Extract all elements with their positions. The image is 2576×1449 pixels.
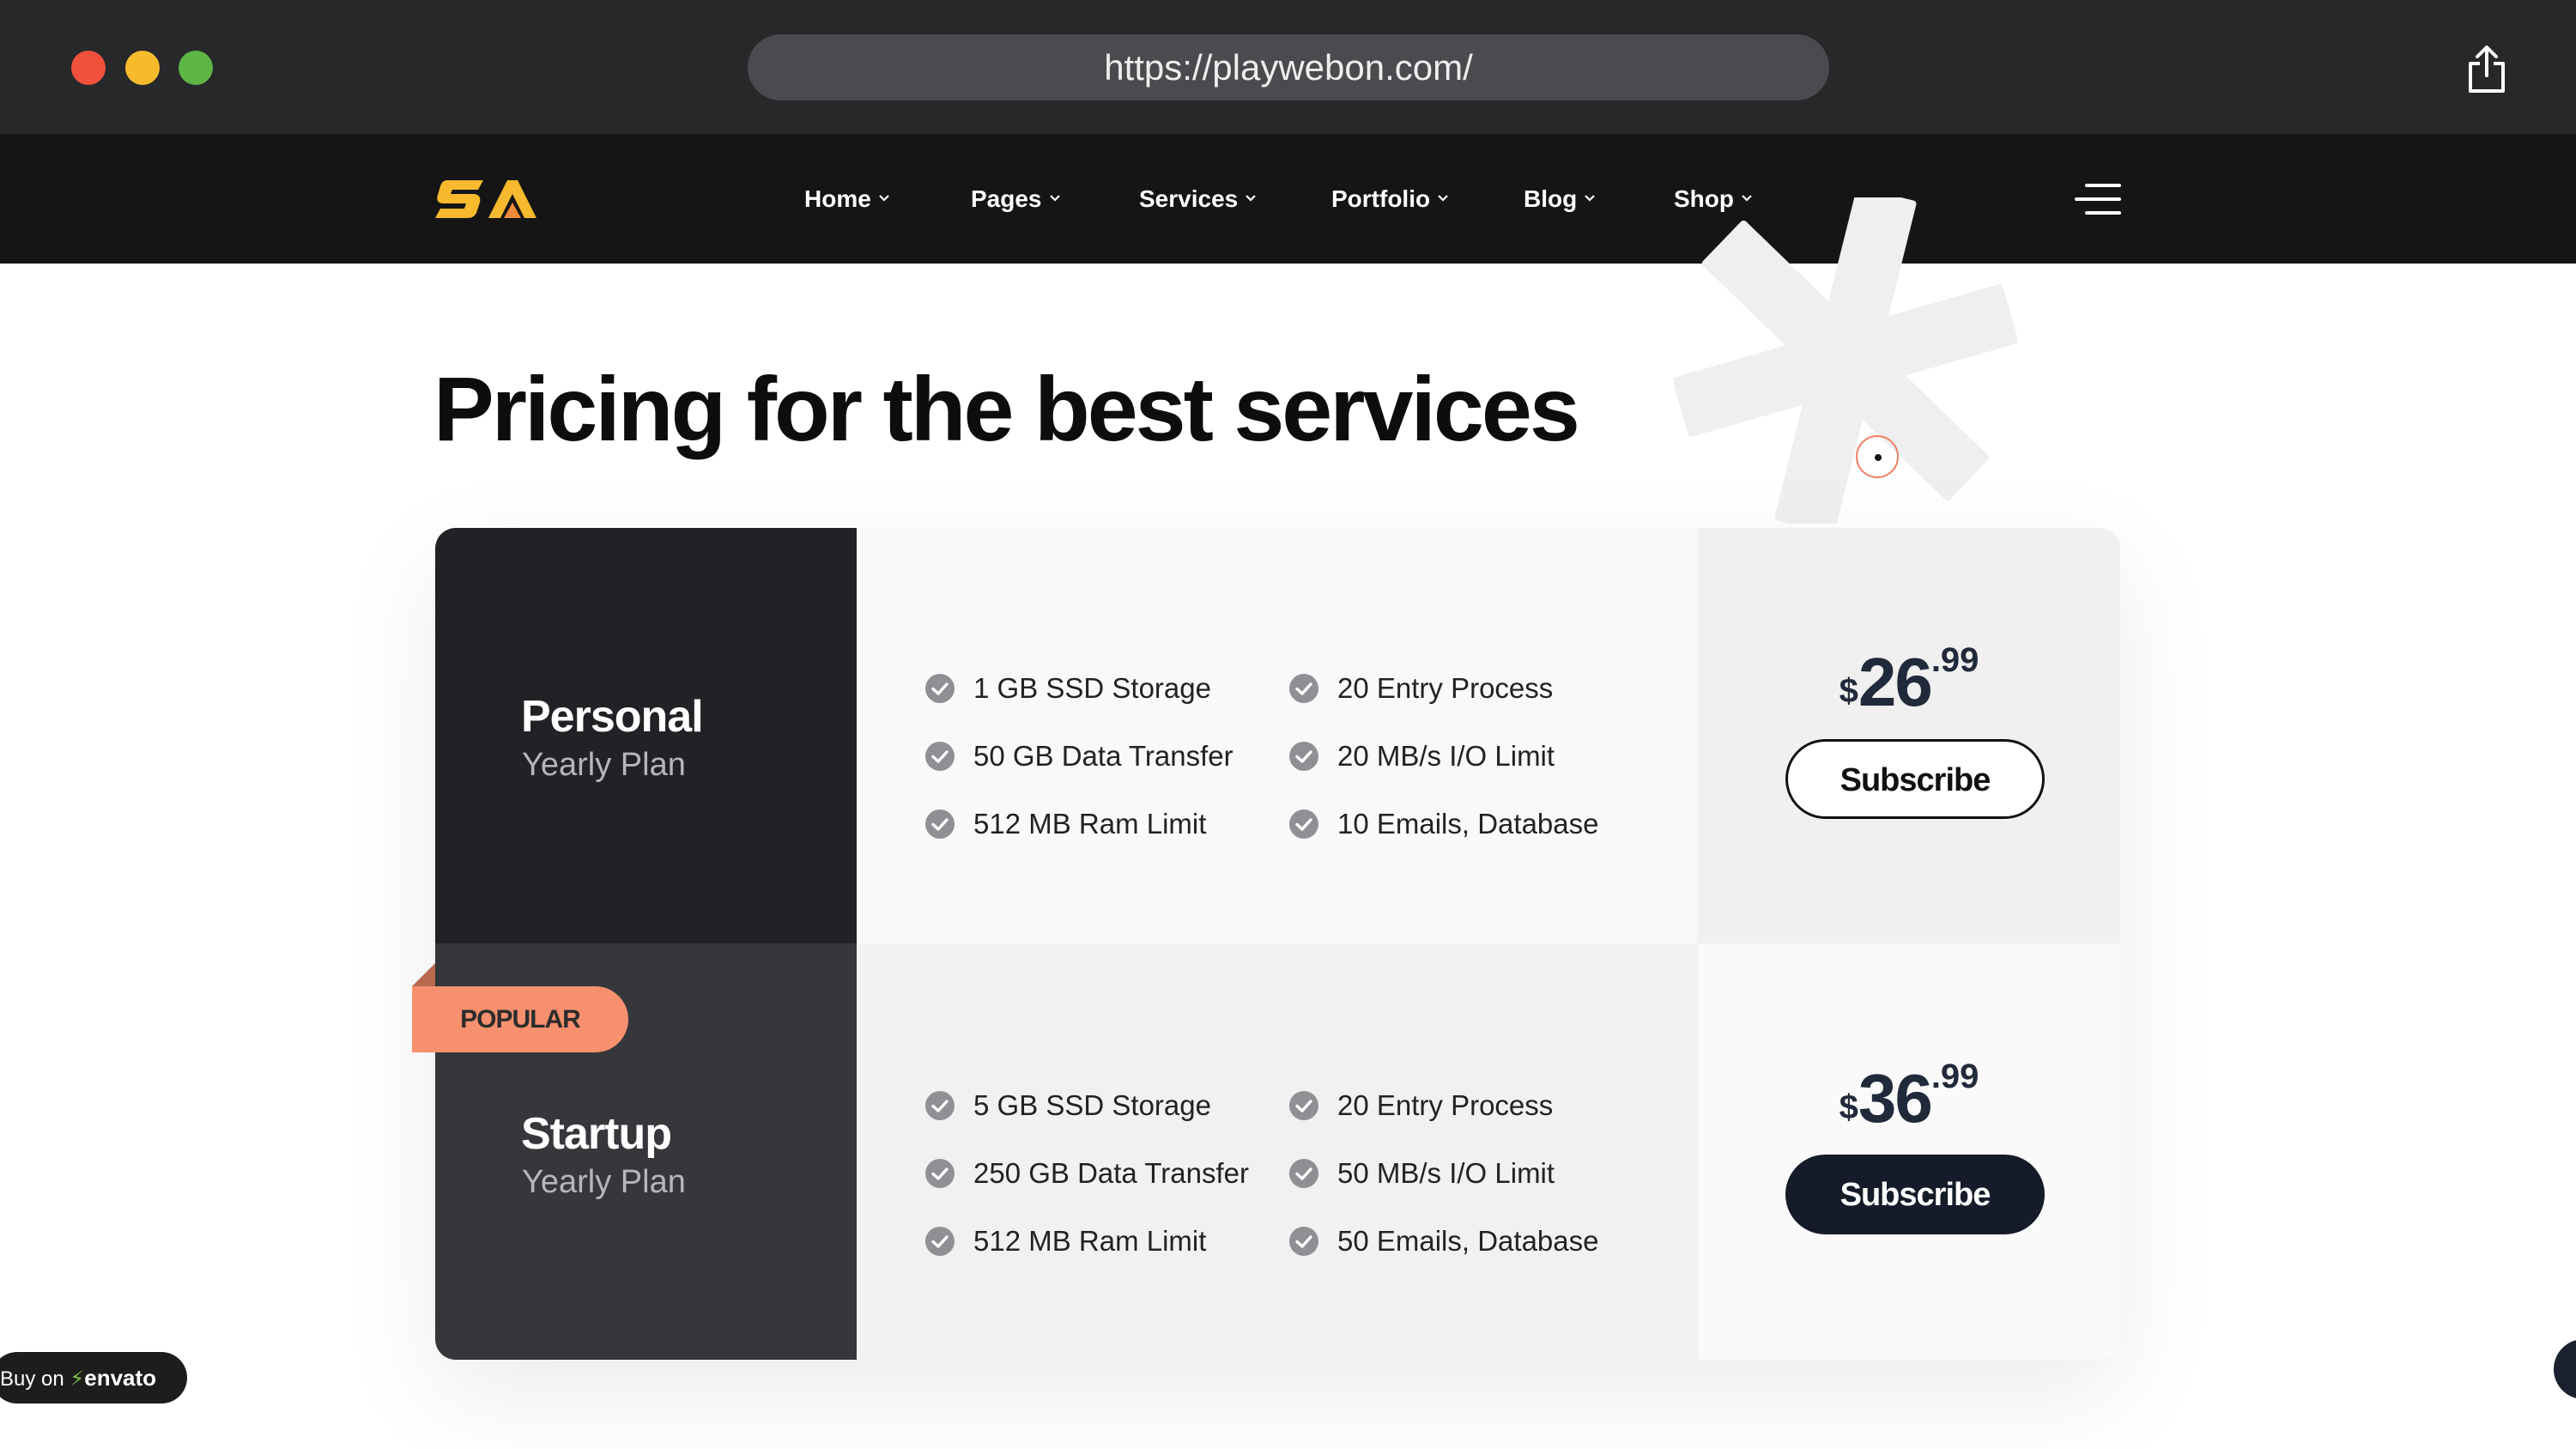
plan-period: Yearly Plan (522, 747, 686, 783)
feature-item: 50 MB/s I/O Limit (1289, 1152, 1555, 1195)
plan-features: 5 GB SSD Storage 250 GB Data Transfer 51… (857, 943, 1698, 1360)
feature-text: 512 MB Ram Limit (973, 808, 1207, 840)
share-icon[interactable] (2465, 45, 2508, 94)
nav-item-services[interactable]: Services (1139, 134, 1257, 264)
feature-item: 10 Emails, Database (1289, 803, 1599, 846)
feature-item: 5 GB SSD Storage (925, 1084, 1211, 1127)
check-circle-icon (925, 809, 955, 840)
window-minimize-button[interactable] (125, 51, 160, 85)
nav-item-portfolio[interactable]: Portfolio (1331, 134, 1449, 264)
plan-price-panel: $26.99 Subscribe (1698, 528, 2120, 943)
nav-item-blog[interactable]: Blog (1524, 134, 1596, 264)
price-currency: $ (1839, 672, 1858, 710)
check-circle-icon (1289, 1091, 1318, 1121)
popular-badge: POPULAR (412, 986, 628, 1052)
check-circle-icon (1289, 1227, 1318, 1257)
hamburger-menu-icon[interactable] (2075, 183, 2121, 215)
price-currency: $ (1839, 1088, 1858, 1126)
check-circle-icon (925, 742, 955, 772)
chevron-down-icon (1246, 194, 1256, 202)
feature-text: 1 GB SSD Storage (973, 672, 1211, 704)
feature-text: 20 Entry Process (1337, 1089, 1554, 1121)
feature-item: 512 MB Ram Limit (925, 803, 1206, 846)
price-whole: 36 (1858, 1060, 1933, 1137)
check-circle-icon (1289, 674, 1318, 704)
plan-price-panel: $36.99 Subscribe (1698, 943, 2120, 1360)
chevron-down-icon (1585, 194, 1595, 202)
price-whole: 26 (1858, 644, 1933, 720)
check-circle-icon (925, 1091, 955, 1121)
plan-period: Yearly Plan (522, 1164, 686, 1200)
plan-name-panel: Personal Yearly Plan (435, 528, 857, 943)
feature-text: 20 Entry Process (1337, 672, 1554, 704)
nav-item-label: Home (804, 185, 871, 212)
plan-name: Personal (521, 692, 704, 742)
feature-text: 512 MB Ram Limit (973, 1225, 1207, 1257)
feature-text: 50 MB/s I/O Limit (1337, 1157, 1555, 1189)
feature-text: 50 Emails, Database (1337, 1225, 1599, 1257)
check-circle-icon (1289, 742, 1318, 772)
feature-item: 50 Emails, Database (1289, 1220, 1599, 1263)
site-logo[interactable] (435, 175, 543, 223)
feature-item: 50 GB Data Transfer (925, 735, 1233, 778)
address-bar[interactable]: https://playwebon.com/ (748, 34, 1829, 100)
floating-action-button[interactable] (2554, 1339, 2576, 1399)
feature-item: 512 MB Ram Limit (925, 1220, 1206, 1263)
subscribe-button-startup[interactable]: Subscribe (1785, 1155, 2045, 1234)
nav-item-label: Blog (1524, 185, 1578, 212)
chevron-down-icon (1049, 194, 1060, 202)
nav-item-label: Portfolio (1331, 185, 1431, 212)
buy-label: Buy on (0, 1367, 64, 1391)
feature-text: 10 Emails, Database (1337, 808, 1599, 840)
plan-price: $36.99 (1698, 1058, 2120, 1138)
check-circle-icon (1289, 809, 1318, 840)
feature-text: 5 GB SSD Storage (973, 1089, 1211, 1121)
feature-item: 20 MB/s I/O Limit (1289, 735, 1555, 778)
feature-item: 250 GB Data Transfer (925, 1152, 1249, 1195)
pricing-table: Personal Yearly Plan 1 GB SSD Storage 50… (435, 528, 2120, 1360)
pricing-row-startup: Startup Yearly Plan 5 GB SSD Storage 250… (435, 943, 2120, 1360)
chevron-down-icon (1438, 194, 1448, 202)
plan-features: 1 GB SSD Storage 50 GB Data Transfer 512… (857, 528, 1698, 943)
feature-item: 1 GB SSD Storage (925, 667, 1211, 710)
site-header: Home Pages Services Portfolio Blog Shop (0, 134, 2576, 264)
plan-price: $26.99 (1698, 641, 2120, 722)
nav-item-home[interactable]: Home (804, 134, 890, 264)
feature-item: 20 Entry Process (1289, 667, 1553, 710)
envato-leaf-icon: ⚡ (70, 1367, 85, 1391)
price-cents: .99 (1930, 641, 1979, 679)
feature-text: 20 MB/s I/O Limit (1337, 740, 1555, 772)
chevron-down-icon (879, 194, 889, 202)
check-circle-icon (1289, 1159, 1318, 1189)
nav-item-label: Pages (971, 185, 1042, 212)
check-circle-icon (925, 1227, 955, 1257)
popular-ribbon-fold (412, 963, 435, 986)
page-title: Pricing for the best services (433, 359, 1580, 460)
plan-name: Startup (521, 1109, 672, 1159)
pricing-row-personal: Personal Yearly Plan 1 GB SSD Storage 50… (435, 528, 2120, 943)
cursor-dot (1875, 454, 1882, 461)
decorative-asterisk-shape (1674, 197, 2017, 524)
feature-text: 50 GB Data Transfer (973, 740, 1233, 772)
feature-item: 20 Entry Process (1289, 1084, 1553, 1127)
nav-item-pages[interactable]: Pages (971, 134, 1061, 264)
feature-text: 250 GB Data Transfer (973, 1157, 1249, 1189)
buy-on-envato-button[interactable]: Buy on ⚡envato (0, 1352, 187, 1404)
window-maximize-button[interactable] (179, 51, 213, 85)
check-circle-icon (925, 1159, 955, 1189)
envato-brand: envato (84, 1365, 157, 1391)
browser-chrome: https://playwebon.com/ (0, 0, 2576, 134)
price-cents: .99 (1930, 1058, 1979, 1095)
check-circle-icon (925, 674, 955, 704)
window-close-button[interactable] (71, 51, 106, 85)
nav-item-label: Services (1139, 185, 1239, 212)
subscribe-button-personal[interactable]: Subscribe (1785, 739, 2045, 819)
